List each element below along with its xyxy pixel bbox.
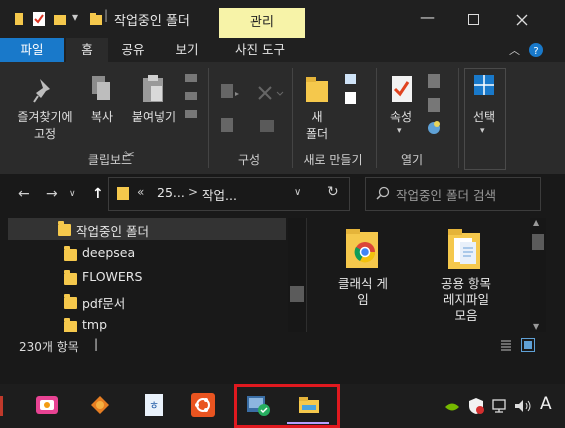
address-dropdown-icon[interactable]: ∨ xyxy=(294,187,301,198)
status-separator: | xyxy=(94,337,99,351)
details-view-icon[interactable] xyxy=(500,339,512,351)
volume-tray-icon[interactable] xyxy=(513,398,533,414)
pin-quickaccess-icon[interactable] xyxy=(14,12,24,26)
pin-icon xyxy=(33,79,50,103)
group-open: 열기 xyxy=(400,153,424,167)
copy-icon xyxy=(92,76,110,100)
tab-view[interactable]: 보기 xyxy=(166,38,208,62)
red-highlight-box xyxy=(234,384,340,428)
close-icon[interactable] xyxy=(516,14,528,26)
group-new: 새로 만들기 xyxy=(303,153,363,167)
status-bar xyxy=(0,332,550,358)
file-list xyxy=(306,218,547,332)
group-clipboard: 클립보드 xyxy=(87,153,133,167)
breadcrumb-item-1[interactable]: 25... xyxy=(157,185,185,200)
title-separator: | xyxy=(104,8,109,22)
large-icons-view-icon[interactable] xyxy=(521,338,535,352)
properties-dropdown-icon[interactable]: ▾ xyxy=(397,126,402,136)
properties-button[interactable]: 속성 xyxy=(384,108,418,125)
tab-file[interactable]: 파일 xyxy=(0,38,64,62)
scroll-up-icon[interactable]: ▲ xyxy=(533,218,539,227)
file-item-shared-reg[interactable]: 공용 항목 레지파일 모음 xyxy=(428,276,504,324)
folder-icon xyxy=(64,246,77,261)
forward-icon[interactable]: → xyxy=(46,186,58,202)
folder-icon xyxy=(64,270,77,285)
nav-item-deepsea[interactable]: deepsea xyxy=(82,245,135,260)
ribbon-separator xyxy=(208,68,209,168)
doc-folder-icon[interactable] xyxy=(446,228,482,272)
ime-indicator[interactable]: A xyxy=(540,394,552,414)
nav-item-pdf[interactable]: pdf문서 xyxy=(82,293,125,312)
minimize-icon[interactable]: — xyxy=(420,8,435,26)
tab-home[interactable]: 홈 xyxy=(66,38,108,62)
recent-locations-icon[interactable]: ∨ xyxy=(69,189,76,199)
folder-icon xyxy=(58,221,71,236)
scroll-down-icon[interactable]: ▼ xyxy=(533,322,539,331)
up-icon[interactable]: ↑ xyxy=(92,186,104,202)
nav-scrollbar-thumb[interactable] xyxy=(290,286,304,302)
back-icon[interactable]: ← xyxy=(18,186,30,202)
customize-quickaccess-icon[interactable]: ▾ xyxy=(72,10,78,24)
clipboard-small-icons[interactable] xyxy=(184,72,198,122)
select-dropdown-icon[interactable]: ▾ xyxy=(480,126,485,136)
app-launcher-icon[interactable] xyxy=(35,394,59,416)
nav-item-flowers[interactable]: FLOWERS xyxy=(82,269,142,284)
rename-icon[interactable] xyxy=(258,116,278,138)
address-folder-icon xyxy=(117,187,129,200)
folder-icon xyxy=(64,294,77,309)
select-icon xyxy=(474,75,494,95)
svg-text:?: ? xyxy=(533,46,538,57)
ribbon-separator xyxy=(376,68,377,168)
chrome-folder-icon[interactable] xyxy=(344,228,380,270)
maximize-icon[interactable] xyxy=(468,14,479,25)
help-icon[interactable]: ? xyxy=(528,42,544,58)
tab-share[interactable]: 공유 xyxy=(112,38,154,62)
newfolder-quickaccess-icon[interactable] xyxy=(53,12,67,26)
breadcrumb-separator[interactable]: > xyxy=(188,185,198,199)
copy-button[interactable]: 복사 xyxy=(84,108,120,125)
svg-text:ㅎ: ㅎ xyxy=(149,399,159,412)
paste-button[interactable]: 붙여넣기 xyxy=(126,108,182,125)
search-placeholder: 작업중인 폴더 검색 xyxy=(396,188,496,203)
app-orange-icon[interactable] xyxy=(89,394,111,416)
search-icon xyxy=(376,186,390,200)
nav-item-tmp[interactable]: tmp xyxy=(82,317,107,332)
collapse-ribbon-icon[interactable]: ︿ xyxy=(509,42,520,58)
document-app-icon[interactable]: ㅎ xyxy=(143,392,165,418)
properties-icon xyxy=(392,76,412,102)
new-folder-icon xyxy=(306,77,328,102)
ribbon-separator xyxy=(458,68,459,168)
tab-picture-tools[interactable]: 사진 도구 xyxy=(222,38,298,62)
ubuntu-icon[interactable] xyxy=(191,393,215,417)
ribbon-separator xyxy=(292,68,293,168)
breadcrumb-overflow[interactable]: « xyxy=(137,185,144,199)
refresh-icon[interactable]: ↻ xyxy=(327,184,339,200)
taskbar-edge xyxy=(0,396,3,416)
tab-manage[interactable]: 관리 xyxy=(219,8,305,38)
organize-move-copy-icons[interactable] xyxy=(219,82,241,138)
nav-item-current-folder[interactable]: 작업중인 폴더 xyxy=(76,221,149,240)
breadcrumb-item-2[interactable]: 작업... xyxy=(202,185,237,204)
window-title: 작업중인 폴더 xyxy=(114,14,190,29)
group-organize: 구성 xyxy=(237,153,261,167)
new-folder-button[interactable]: 새 폴더 xyxy=(296,108,338,142)
folder-title-icon xyxy=(90,13,102,25)
properties-quickaccess-icon[interactable] xyxy=(32,11,46,27)
clipboard-expand-icon[interactable]: ✂ xyxy=(124,148,135,163)
file-item-classic-games[interactable]: 클래식 게임 xyxy=(326,276,400,308)
network-tray-icon[interactable] xyxy=(490,398,508,414)
content-scrollbar-thumb[interactable] xyxy=(532,234,544,250)
paste-icon xyxy=(143,75,163,102)
pin-button-label[interactable]: 즐겨찾기에 고정 xyxy=(10,108,80,142)
new-item-icons[interactable] xyxy=(343,72,359,106)
security-tray-icon[interactable] xyxy=(467,397,485,415)
nvidia-tray-icon[interactable] xyxy=(443,400,461,414)
nav-scrollbar[interactable] xyxy=(288,218,306,332)
delete-icon[interactable] xyxy=(256,84,284,102)
open-small-icons[interactable] xyxy=(426,72,444,136)
select-button[interactable]: 선택 xyxy=(464,108,504,125)
item-count: 230개 항목 xyxy=(19,340,79,354)
